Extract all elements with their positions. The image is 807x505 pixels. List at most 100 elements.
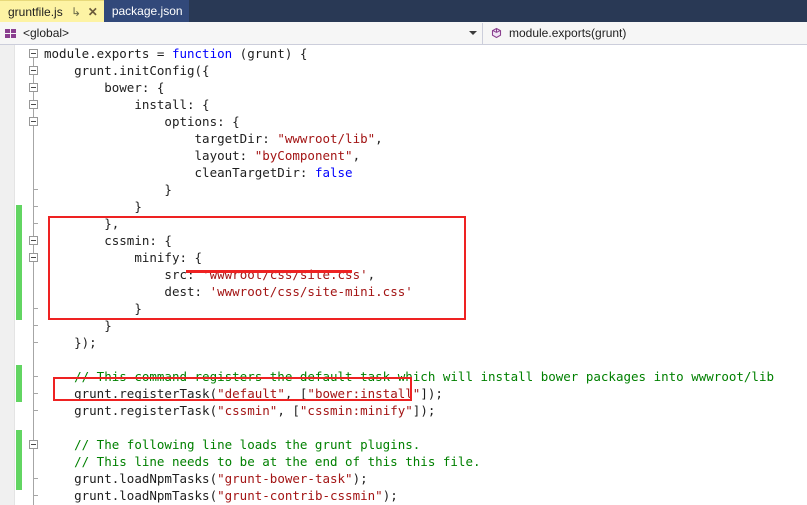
fold-tick xyxy=(33,223,38,224)
code-token: ); xyxy=(352,471,368,486)
code-line[interactable] xyxy=(44,351,807,368)
fold-tick xyxy=(33,393,38,394)
member-dropdown[interactable]: module.exports(grunt) xyxy=(483,23,807,44)
code-token: "cssmin:minify" xyxy=(299,403,413,418)
code-token: false xyxy=(314,165,353,180)
code-text-area[interactable]: module.exports = function (grunt) { grun… xyxy=(44,45,807,505)
fold-toggle-icon[interactable] xyxy=(29,236,38,245)
code-token: } xyxy=(134,301,142,316)
code-line[interactable]: grunt.registerTask("cssmin", ["cssmin:mi… xyxy=(44,402,807,419)
code-line[interactable]: grunt.loadNpmTasks("grunt-contrib-cssmin… xyxy=(44,487,807,504)
code-line[interactable]: } xyxy=(44,198,807,215)
tab-package-json[interactable]: package.json xyxy=(103,0,189,22)
code-line[interactable]: // This line needs to be at the end of t… xyxy=(44,453,807,470)
code-token: "cssmin" xyxy=(217,403,278,418)
code-line[interactable]: } xyxy=(44,317,807,334)
fold-toggle-icon[interactable] xyxy=(29,49,38,58)
code-token: options: { xyxy=(164,114,240,129)
fold-tick xyxy=(33,206,38,207)
code-token: grunt.registerTask( xyxy=(74,386,218,401)
globals-icon xyxy=(5,28,17,39)
fold-toggle-icon[interactable] xyxy=(29,117,38,126)
code-token: layout: xyxy=(194,148,255,163)
fold-tick xyxy=(33,342,38,343)
editor-tab-strip: gruntfile.js ↲ ✕ package.json xyxy=(0,0,807,22)
code-line[interactable]: minify: { xyxy=(44,249,807,266)
code-token: } xyxy=(104,318,112,333)
code-line[interactable]: layout: "byComponent", xyxy=(44,147,807,164)
code-token: "wwwroot/lib" xyxy=(277,131,376,146)
change-bar xyxy=(16,365,22,402)
scope-dropdown[interactable]: <global> xyxy=(0,22,483,44)
code-token: dest: xyxy=(164,284,210,299)
code-token: 'wwwroot/css/site.css' xyxy=(202,267,368,282)
code-token: grunt.loadNpmTasks( xyxy=(74,488,218,503)
pin-icon[interactable]: ↲ xyxy=(71,5,81,19)
code-line[interactable]: }, xyxy=(44,215,807,232)
code-token: "default" xyxy=(217,386,285,401)
code-line[interactable]: install: { xyxy=(44,96,807,113)
code-token: // This command registers the default ta… xyxy=(74,369,774,384)
fold-tick xyxy=(33,376,38,377)
fold-toggle-icon[interactable] xyxy=(29,66,38,75)
code-token: 'wwwroot/css/site-mini.css' xyxy=(209,284,413,299)
code-line[interactable]: grunt.loadNpmTasks("grunt-bower-task"); xyxy=(44,470,807,487)
indicator-margin[interactable] xyxy=(0,45,15,505)
code-token: "bower:install" xyxy=(307,386,421,401)
code-line[interactable]: src: 'wwwroot/css/site.css', xyxy=(44,266,807,283)
code-token: targetDir: xyxy=(194,131,278,146)
code-token: "grunt-bower-task" xyxy=(217,471,353,486)
code-token: } xyxy=(134,199,142,214)
code-token: "grunt-contrib-cssmin" xyxy=(217,488,383,503)
code-line[interactable]: dest: 'wwwroot/css/site-mini.css' xyxy=(44,283,807,300)
fold-tick xyxy=(33,189,38,190)
change-tracking-margin xyxy=(15,45,25,505)
close-icon[interactable]: ✕ xyxy=(88,6,98,18)
code-line[interactable]: grunt.registerTask("default", ["bower:in… xyxy=(44,385,807,402)
tab-gruntfile-js[interactable]: gruntfile.js ↲ ✕ xyxy=(0,0,104,22)
code-token: , [ xyxy=(284,386,308,401)
code-line[interactable]: // This command registers the default ta… xyxy=(44,368,807,385)
change-bar xyxy=(16,205,22,320)
code-token: cleanTargetDir: xyxy=(194,165,315,180)
code-line[interactable]: module.exports = function (grunt) { xyxy=(44,45,807,62)
fold-toggle-icon[interactable] xyxy=(29,253,38,262)
navigation-bar: <global> module.exports(grunt) xyxy=(0,22,807,45)
fold-toggle-icon[interactable] xyxy=(29,440,38,449)
code-line[interactable]: // The following line loads the grunt pl… xyxy=(44,436,807,453)
code-line[interactable] xyxy=(44,419,807,436)
code-token: } xyxy=(164,182,172,197)
code-token: function xyxy=(171,46,233,61)
fold-tick xyxy=(33,308,38,309)
chevron-down-icon[interactable] xyxy=(469,31,477,35)
code-token: install: { xyxy=(134,97,210,112)
code-line[interactable]: options: { xyxy=(44,113,807,130)
code-token: // This line needs to be at the end of t… xyxy=(74,454,481,469)
fold-tick xyxy=(33,325,38,326)
code-token: grunt.initConfig({ xyxy=(74,63,210,78)
code-token: , xyxy=(375,131,383,146)
code-line[interactable]: targetDir: "wwwroot/lib", xyxy=(44,130,807,147)
code-token: src: xyxy=(164,267,203,282)
code-line[interactable]: cleanTargetDir: false xyxy=(44,164,807,181)
fold-toggle-icon[interactable] xyxy=(29,100,38,109)
code-token: , xyxy=(367,267,376,282)
fold-tick xyxy=(33,478,38,479)
tab-label: package.json xyxy=(111,4,183,18)
fold-toggle-icon[interactable] xyxy=(29,83,38,92)
code-line[interactable]: grunt.initConfig({ xyxy=(44,62,807,79)
code-line[interactable]: bower: { xyxy=(44,79,807,96)
code-line[interactable]: } xyxy=(44,181,807,198)
tab-label: gruntfile.js xyxy=(8,4,63,19)
code-line[interactable]: }); xyxy=(44,334,807,351)
code-folding-margin[interactable] xyxy=(26,45,44,505)
code-editor[interactable]: module.exports = function (grunt) { grun… xyxy=(0,45,807,505)
fold-tick xyxy=(33,410,38,411)
code-token: bower: { xyxy=(104,80,165,95)
code-token: ]); xyxy=(420,386,443,401)
code-line[interactable]: cssmin: { xyxy=(44,232,807,249)
code-token: // The following line loads the grunt pl… xyxy=(74,437,421,452)
code-token: "byComponent" xyxy=(254,148,353,163)
code-line[interactable]: } xyxy=(44,300,807,317)
fold-tick xyxy=(33,495,38,496)
